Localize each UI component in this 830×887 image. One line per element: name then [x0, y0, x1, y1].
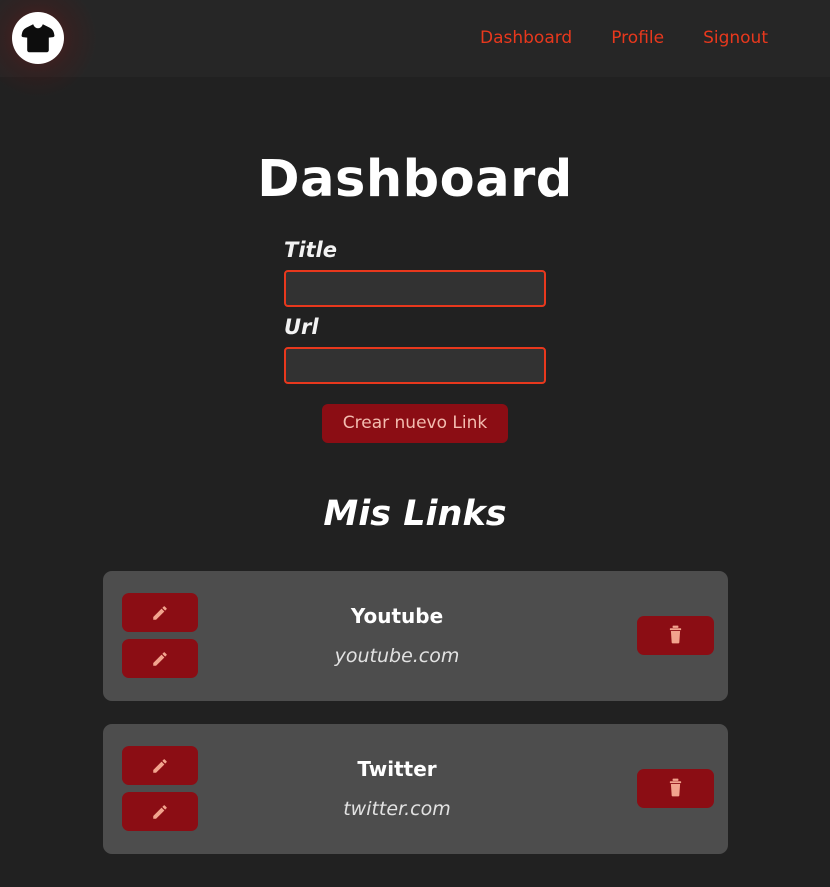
- nav-link-profile[interactable]: Profile: [611, 30, 664, 47]
- trash-icon: [667, 778, 684, 800]
- link-title: Twitter: [357, 756, 437, 781]
- trash-icon: [667, 625, 684, 647]
- edit-title-button[interactable]: [121, 593, 198, 633]
- link-title: Youtube: [350, 603, 444, 628]
- title-input[interactable]: [284, 270, 546, 308]
- title-field-label: Title: [284, 238, 338, 262]
- pencil-icon: [151, 803, 169, 821]
- card-delete-actions: [636, 616, 714, 656]
- nav-links: Dashboard Profile Signout: [480, 30, 768, 47]
- url-input[interactable]: [284, 347, 546, 385]
- link-card: Youtube youtube.com: [102, 570, 728, 701]
- delete-link-button[interactable]: [636, 616, 714, 656]
- submit-row: Crear nuevo Link: [284, 404, 546, 443]
- link-url: twitter.com: [343, 797, 451, 820]
- brand-logo[interactable]: [0, 0, 120, 98]
- logo-circle: [12, 12, 64, 64]
- link-url: youtube.com: [334, 644, 460, 667]
- nav-link-signout[interactable]: Signout: [703, 30, 768, 47]
- card-content: Twitter twitter.com: [198, 759, 637, 819]
- tshirt-icon: [21, 23, 55, 53]
- pencil-icon: [151, 757, 169, 775]
- main-content: Dashboard Title Url Crear nuevo Link Mis…: [0, 154, 830, 854]
- links-list: Youtube youtube.com Twitter twitter.com: [0, 570, 830, 854]
- edit-url-button[interactable]: [121, 639, 198, 679]
- page-title: Dashboard: [257, 150, 573, 209]
- card-content: Youtube youtube.com: [198, 606, 637, 666]
- pencil-icon: [151, 650, 169, 668]
- url-field-label: Url: [284, 315, 319, 340]
- create-link-form: Title Url Crear nuevo Link: [284, 238, 546, 443]
- navbar: Dashboard Profile Signout: [0, 0, 830, 98]
- edit-title-button[interactable]: [121, 746, 198, 786]
- pencil-icon: [151, 604, 169, 622]
- field-spacer: [284, 307, 546, 316]
- edit-url-button[interactable]: [121, 792, 198, 832]
- link-card: Twitter twitter.com: [102, 723, 728, 854]
- delete-link-button[interactable]: [636, 769, 714, 809]
- links-section-title: Mis Links: [323, 493, 507, 534]
- card-edit-actions: [121, 746, 198, 832]
- card-delete-actions: [636, 769, 714, 809]
- create-link-button[interactable]: Crear nuevo Link: [321, 404, 509, 443]
- card-edit-actions: [121, 593, 198, 679]
- nav-link-dashboard[interactable]: Dashboard: [480, 30, 572, 47]
